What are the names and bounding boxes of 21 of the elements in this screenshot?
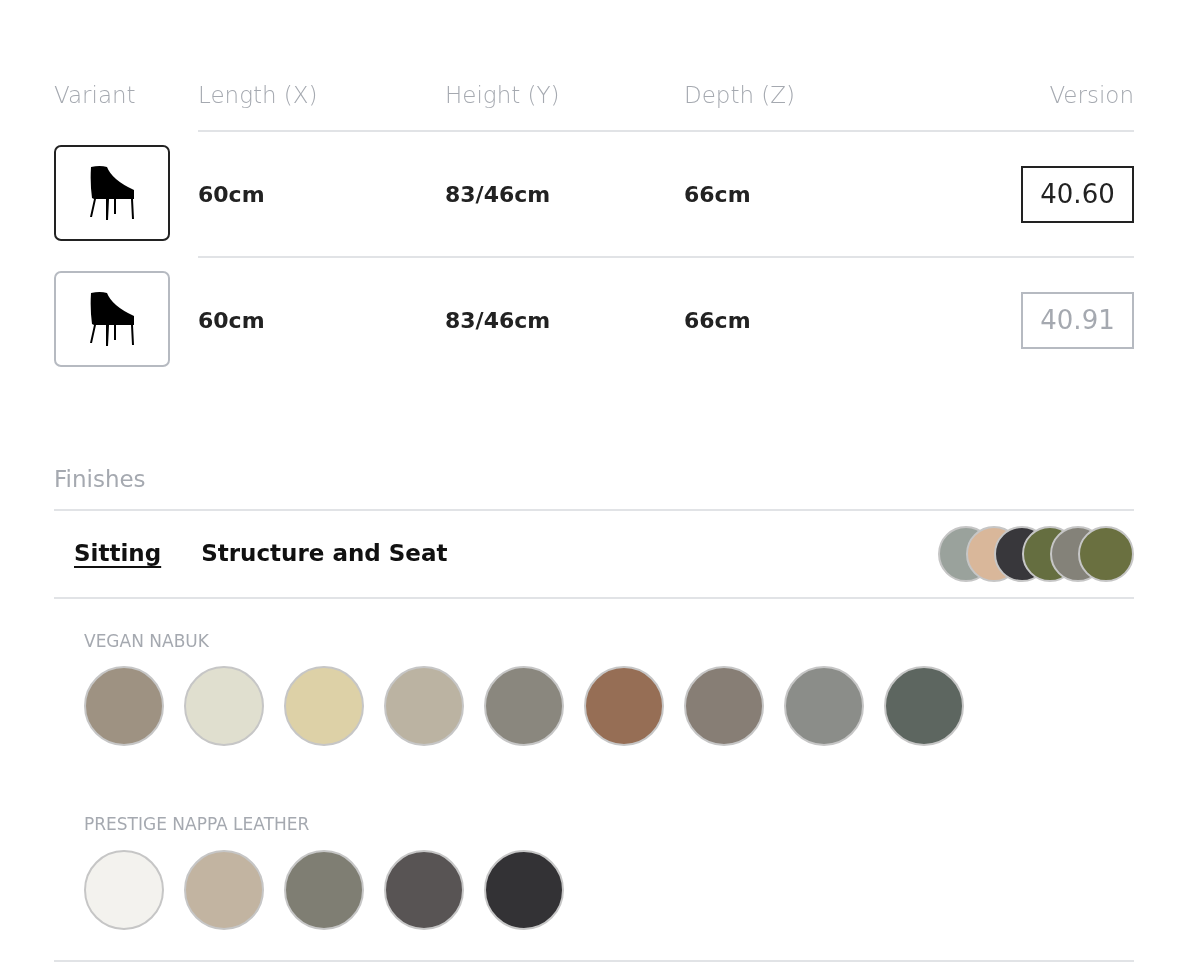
finish-tab[interactable]: Structure and Seat xyxy=(201,536,448,571)
chair-icon xyxy=(88,166,136,220)
section-title: Finishes xyxy=(54,462,1134,511)
group-label: VEGAN NABUK xyxy=(84,629,210,653)
column-header: Length (X) xyxy=(198,80,318,110)
column-header: Variant xyxy=(54,80,136,110)
column-header: Height (Y) xyxy=(445,80,560,110)
version-button[interactable]: 40.60 xyxy=(1021,165,1134,223)
chair-icon xyxy=(88,292,136,346)
dimension-value: 83/46cm xyxy=(445,306,551,335)
dimension-value: 83/46cm xyxy=(445,180,551,209)
dimension-value: 60cm xyxy=(198,306,265,335)
variant-thumbnail[interactable] xyxy=(54,145,170,241)
dimension-value: 66cm xyxy=(684,180,751,209)
column-header: Depth (Z) xyxy=(684,80,796,110)
column-header: Version xyxy=(1049,80,1134,110)
group-label: PRESTIGE NAPPA LEATHER xyxy=(84,813,311,836)
dimension-value: 66cm xyxy=(684,306,751,335)
variant-thumbnail[interactable] xyxy=(54,271,170,367)
finish-tab[interactable]: Sitting xyxy=(74,536,162,571)
dimension-value: 60cm xyxy=(198,180,265,209)
